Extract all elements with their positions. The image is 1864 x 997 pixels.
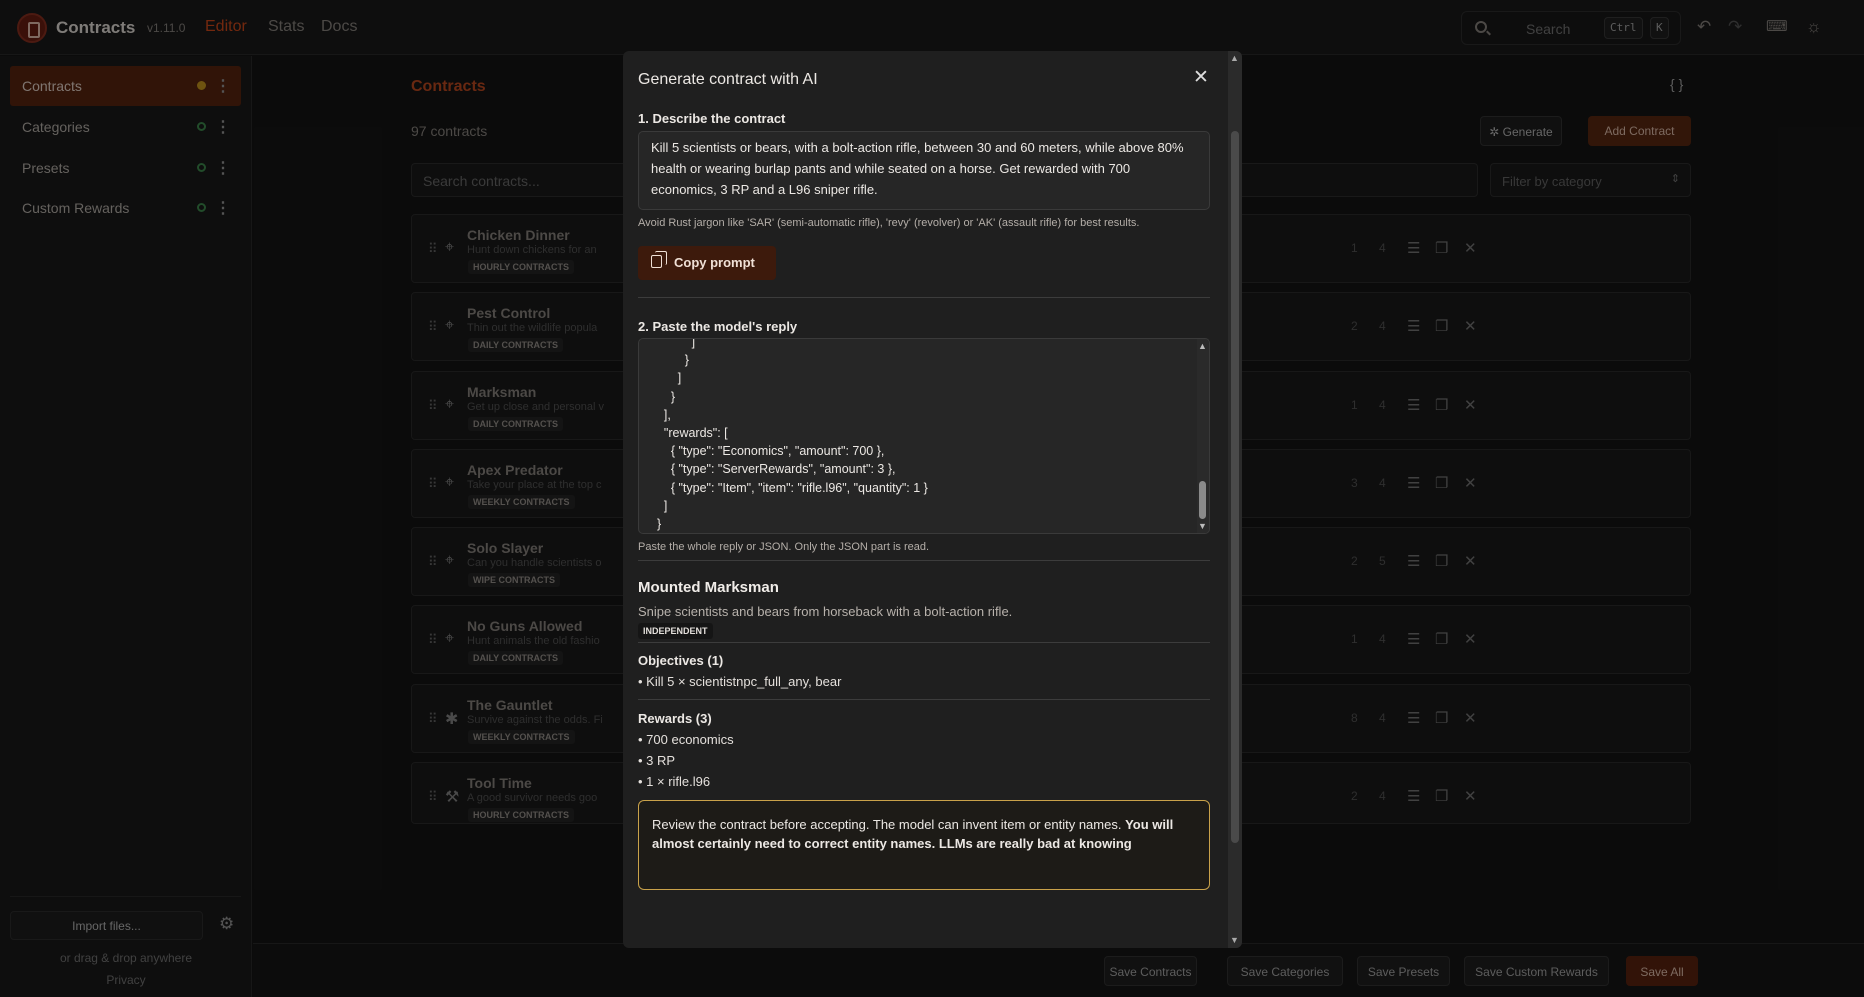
objective-item: • Kill 5 × scientistnpc_full_any, bear <box>638 674 842 689</box>
reward-item: • 3 RP <box>638 753 676 768</box>
scroll-thumb[interactable] <box>1199 481 1206 519</box>
textarea-scrollbar[interactable]: ▲ ▼ <box>1197 339 1209 533</box>
generate-ai-modal: Generate contract with AI ✕ 1. Describe … <box>623 51 1242 948</box>
copy-prompt-button[interactable]: Copy prompt <box>638 246 776 280</box>
json-reply-text: ] } ] } ], "rewards": [ { "type": "Econo… <box>656 338 928 532</box>
review-warning: Review the contract before accepting. Th… <box>638 800 1210 890</box>
scroll-down-icon[interactable]: ▼ <box>1198 521 1207 531</box>
paste-hint: Paste the whole reply or JSON. Only the … <box>638 541 930 553</box>
scroll-up-icon[interactable]: ▲ <box>1198 341 1207 351</box>
contract-description-textarea[interactable]: Kill 5 scientists or bears, with a bolt-… <box>638 131 1210 210</box>
step2-label: 2. Paste the model's reply <box>638 319 798 334</box>
divider <box>638 699 1210 700</box>
objectives-heading: Objectives (1) <box>638 653 724 668</box>
step1-label: 1. Describe the contract <box>638 111 786 126</box>
modal-title: Generate contract with AI <box>638 71 818 88</box>
copy-prompt-label: Copy prompt <box>674 255 755 270</box>
scroll-down-icon[interactable]: ▼ <box>1230 935 1239 945</box>
status-badge: INDEPENDENT <box>638 623 713 639</box>
model-reply-textarea[interactable]: ] } ] } ], "rewards": [ { "type": "Econo… <box>638 338 1210 534</box>
divider <box>638 297 1210 298</box>
rewards-heading: Rewards (3) <box>638 711 712 726</box>
modal-scrollbar[interactable]: ▲ ▼ <box>1228 51 1242 948</box>
reward-item: • 700 economics <box>638 732 734 747</box>
divider <box>638 560 1210 561</box>
scroll-up-icon[interactable]: ▲ <box>1230 53 1239 63</box>
warning-text: Review the contract before accepting. Th… <box>652 817 1126 832</box>
divider <box>638 642 1210 643</box>
preview-title: Mounted Marksman <box>638 579 779 596</box>
reward-item: • 1 × rifle.l96 <box>638 774 711 789</box>
scroll-thumb[interactable] <box>1231 131 1239 843</box>
close-icon[interactable]: ✕ <box>1193 66 1209 89</box>
jargon-hint: Avoid Rust jargon like 'SAR' (semi-autom… <box>638 217 1140 229</box>
copy-icon <box>651 251 667 268</box>
preview-description: Snipe scientists and bears from horsebac… <box>638 604 1013 619</box>
